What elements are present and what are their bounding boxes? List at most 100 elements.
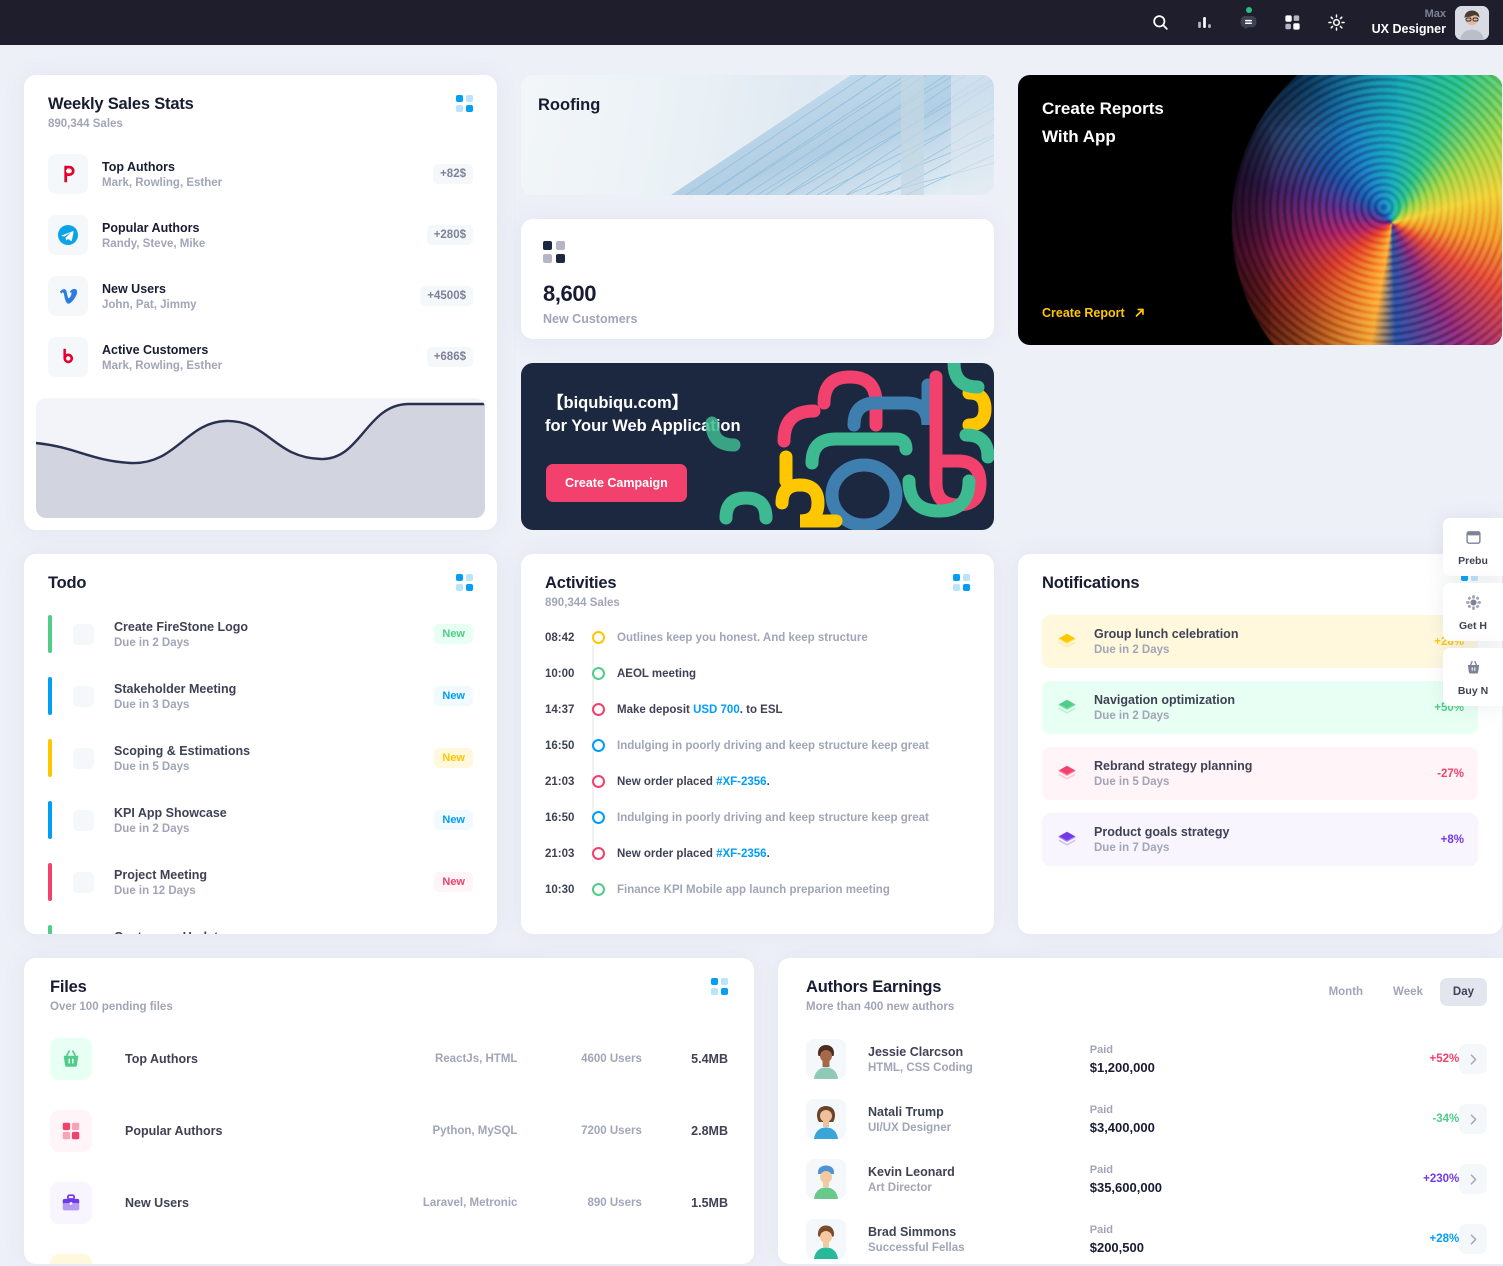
chevron-right-icon[interactable] [1459, 1044, 1487, 1074]
user-profile[interactable]: Max UX Designer [1372, 5, 1489, 40]
list-item[interactable]: 21:03 New order placed #XF-2356. [545, 847, 970, 860]
activity-text: Make deposit USD 700. to ESL [617, 704, 783, 716]
list-item[interactable]: New Users John, Pat, Jimmy +4500$ [48, 276, 473, 316]
card-header: Todo [24, 554, 497, 593]
activity-link[interactable]: USD 700 [693, 704, 740, 716]
paid-value: $1,200,000 [1089, 1059, 1155, 1075]
list-item[interactable]: KPI App Showcase Due in 2 Days New [48, 801, 473, 839]
sphere-image [1232, 75, 1502, 345]
list-item-text: Top Authors Mark, Rowling, Esther [102, 160, 433, 189]
list-item[interactable]: Active Customers Mark, Rowling, Esther +… [48, 337, 473, 377]
table-row[interactable]: New Users Laravel, Metronic 890 Users 1.… [24, 1175, 754, 1231]
list-item[interactable]: 10:00 AEOL meeting [545, 667, 970, 680]
roofing-card[interactable]: Roofing [521, 75, 994, 195]
file-users: 890 Users [587, 1197, 642, 1209]
todo-checkbox[interactable] [73, 623, 94, 645]
status-badge: +4500$ [420, 286, 473, 306]
prebuilt-button[interactable]: Prebu [1443, 518, 1503, 576]
todo-color-bar [48, 739, 52, 777]
author-role: UI/UX Designer [868, 1121, 952, 1134]
chevron-right-icon[interactable] [1459, 1164, 1487, 1194]
activity-link[interactable]: #XF-2356 [716, 776, 767, 788]
todo-checkbox[interactable] [73, 685, 94, 707]
tab-day[interactable]: Day [1439, 978, 1487, 1006]
list-item[interactable]: 08:42 Outlines keep you honest. And keep… [545, 631, 970, 644]
apps-grid-icon[interactable] [1280, 10, 1306, 36]
status-badge: +686$ [426, 347, 473, 367]
search-icon[interactable] [1148, 10, 1174, 36]
table-row[interactable]: Natali Trump UI/UX Designer Paid $3,400,… [778, 1089, 1503, 1149]
activity-time: 16:50 [545, 811, 575, 824]
paid-value: $200,500 [1089, 1239, 1144, 1255]
list-item[interactable]: 16:50 Indulging in poorly driving and ke… [545, 811, 970, 824]
todo-checkbox[interactable] [73, 871, 94, 893]
list-item[interactable]: Product goals strategy Due in 7 Days +8% [1042, 813, 1478, 866]
get-help-button[interactable]: Get H [1443, 583, 1503, 641]
list-item[interactable]: Top Authors Mark, Rowling, Esther +82$ [48, 154, 473, 194]
list-item[interactable]: 21:03 New order placed #XF-2356. [545, 775, 970, 788]
chevron-right-icon[interactable] [1459, 1224, 1487, 1254]
telegram-icon [48, 215, 88, 255]
table-row[interactable]: Jessie Clarcson HTML, CSS Coding Paid $1… [778, 1029, 1503, 1089]
paid-value: $3,400,000 [1089, 1119, 1155, 1135]
todo-color-bar [48, 801, 52, 839]
list-item-people: Randy, Steve, Mike [102, 237, 206, 250]
list-item-due: Due in 12 Days [114, 884, 196, 897]
grid-menu-icon[interactable] [456, 95, 473, 112]
list-item[interactable]: Group lunch celebration Due in 2 Days +2… [1042, 615, 1478, 668]
list-item-title: Customers Update [114, 930, 434, 935]
squares-icon [543, 241, 565, 263]
support-icon [1465, 595, 1481, 610]
table-row[interactable]: Popular Authors Python, MySQL 7200 Users… [24, 1103, 754, 1159]
activity-text: AEOL meeting [617, 667, 697, 680]
author-role: HTML, CSS Coding [868, 1061, 973, 1074]
reports-heading: Create Reports With App [1042, 95, 1164, 151]
activity-link[interactable]: #XF-2356 [716, 848, 767, 860]
card-subtitle: Over 100 pending files [50, 1001, 173, 1013]
list-item[interactable]: Project Meeting Due in 12 Days New [48, 863, 473, 901]
status-badge: New [434, 748, 473, 768]
list-item[interactable]: 16:50 Indulging in poorly driving and ke… [545, 739, 970, 752]
create-campaign-button[interactable]: Create Campaign [546, 464, 687, 502]
grid-menu-icon[interactable] [953, 574, 970, 591]
list-item[interactable]: Scoping & Estimations Due in 5 Days New [48, 739, 473, 777]
table-row[interactable]: Top Authors ReactJs, HTML 4600 Users 5.4… [24, 1031, 754, 1087]
chart-bar-icon[interactable] [1192, 10, 1218, 36]
notifications-title: Notifications [1042, 574, 1140, 592]
layers-icon [50, 1254, 92, 1264]
create-reports-card[interactable]: Create Reports With App Create Report [1018, 75, 1502, 345]
todo-checkbox[interactable] [73, 933, 94, 934]
list-item[interactable]: 14:37 Make deposit USD 700. to ESL [545, 703, 970, 716]
list-item[interactable]: Customers Update Due in 1 week New [48, 925, 473, 934]
todo-color-bar [48, 925, 52, 934]
list-item[interactable]: Create FireStone Logo Due in 2 Days New [48, 615, 473, 653]
list-item[interactable]: Stakeholder Meeting Due in 3 Days New [48, 677, 473, 715]
author-paid: Paid $35,600,000 [1090, 1164, 1321, 1195]
chat-bubble-icon[interactable] [1236, 6, 1262, 36]
tab-week[interactable]: Week [1380, 978, 1436, 1006]
list-item[interactable]: 10:30 Finance KPI Mobile app launch prep… [545, 883, 970, 896]
grid-menu-icon[interactable] [711, 978, 728, 995]
list-item-due: Due in 2 Days [114, 822, 190, 835]
todo-checkbox[interactable] [73, 747, 94, 769]
grid-menu-icon[interactable] [456, 574, 473, 591]
list-item[interactable]: Popular Authors Randy, Steve, Mike +280$ [48, 215, 473, 255]
buy-now-label: Buy N [1457, 685, 1489, 697]
table-row[interactable]: Brad Simmons Successful Fellas Paid $200… [778, 1209, 1503, 1264]
file-size: 1.5MB [691, 1196, 728, 1210]
list-item-text: Stakeholder Meeting Due in 3 Days [114, 682, 434, 711]
table-row[interactable]: Kevin Leonard Art Director Paid $35,600,… [778, 1149, 1503, 1209]
activity-text: New order placed #XF-2356. [617, 848, 770, 860]
list-item[interactable]: Rebrand strategy planning Due in 5 Days … [1042, 747, 1478, 800]
todo-checkbox[interactable] [73, 809, 94, 831]
table-row[interactable]: Active Customers AngularJS, C# 4600 User… [24, 1247, 754, 1264]
chevron-right-icon[interactable] [1459, 1104, 1487, 1134]
tab-month[interactable]: Month [1316, 978, 1376, 1006]
timeline-dot [592, 811, 605, 824]
create-report-link[interactable]: Create Report [1042, 306, 1147, 320]
cart-icon [1467, 660, 1479, 674]
brightness-icon[interactable] [1324, 10, 1350, 36]
avatar[interactable] [1455, 5, 1489, 40]
buy-now-button[interactable]: Buy N [1443, 648, 1503, 706]
list-item[interactable]: Navigation optimization Due in 2 Days +5… [1042, 681, 1478, 734]
